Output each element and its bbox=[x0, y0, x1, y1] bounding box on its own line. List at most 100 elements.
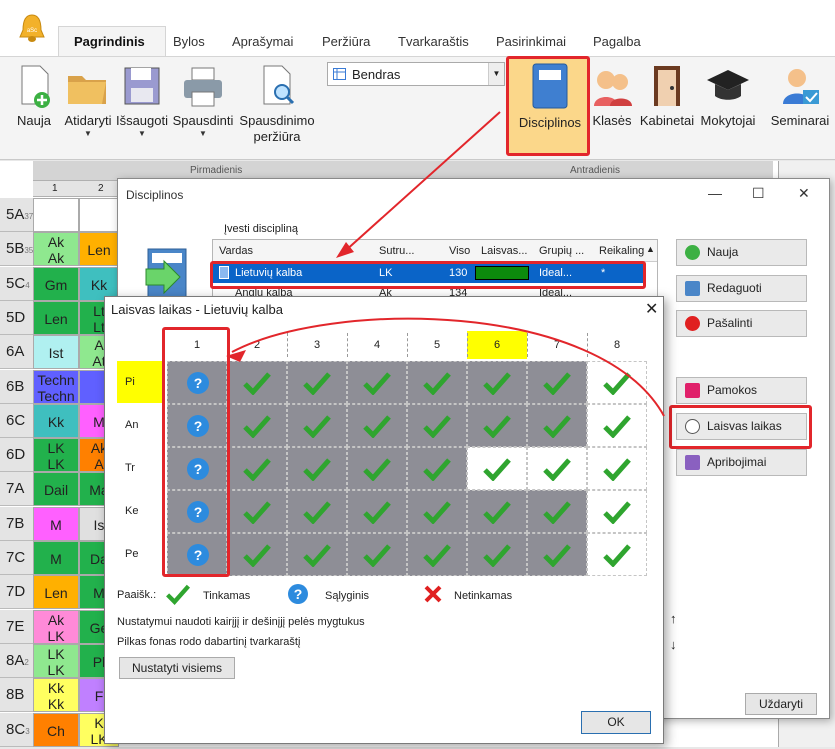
lesson-card[interactable]: Len bbox=[33, 300, 79, 335]
lessons-button[interactable]: Pamokos bbox=[676, 377, 807, 404]
class-row-label[interactable]: 7A bbox=[0, 472, 33, 507]
free-time-cell[interactable] bbox=[347, 533, 407, 576]
class-row-label[interactable]: 8B bbox=[0, 678, 33, 713]
disciplines-button[interactable]: Disciplinos bbox=[514, 62, 586, 131]
class-row-label[interactable]: 7C bbox=[0, 541, 33, 575]
column-header[interactable]: Grupių ... bbox=[539, 245, 584, 257]
lesson-card[interactable]: Len bbox=[33, 575, 79, 610]
ok-button[interactable]: OK bbox=[581, 711, 651, 734]
scroll-up-icon[interactable]: ▲ bbox=[646, 244, 655, 254]
teachers-button[interactable]: Mokytojai bbox=[698, 64, 758, 129]
free-time-cell[interactable] bbox=[587, 447, 647, 490]
free-time-cell[interactable] bbox=[227, 533, 287, 576]
tab-bylos[interactable]: Bylos bbox=[173, 34, 205, 49]
tab-pagrindinis[interactable]: Pagrindinis bbox=[74, 34, 145, 49]
free-time-cell[interactable] bbox=[347, 361, 407, 404]
free-time-cell[interactable] bbox=[347, 447, 407, 490]
free-time-cell[interactable] bbox=[467, 404, 527, 447]
free-time-cell[interactable] bbox=[467, 361, 527, 404]
class-row-label[interactable]: 6B bbox=[0, 369, 33, 404]
maximize-icon[interactable]: ☐ bbox=[752, 185, 765, 202]
chevron-down-icon[interactable]: ▼ bbox=[488, 63, 504, 85]
free-time-cell[interactable] bbox=[407, 404, 467, 447]
free-time-cell[interactable] bbox=[587, 404, 647, 447]
free-time-cell[interactable] bbox=[467, 490, 527, 533]
period-column-header[interactable]: 3 bbox=[287, 331, 347, 359]
lesson-card[interactable]: Len bbox=[79, 232, 119, 267]
period-column-header[interactable]: 5 bbox=[407, 331, 467, 359]
tab-tvarkarastis[interactable]: Tvarkaraštis bbox=[398, 34, 469, 49]
day-row-header[interactable]: Tr bbox=[117, 447, 163, 489]
free-time-cell[interactable] bbox=[407, 533, 467, 576]
free-time-cell[interactable] bbox=[467, 447, 527, 490]
edit-button[interactable]: Redaguoti bbox=[676, 275, 807, 302]
move-down-icon[interactable]: ↓ bbox=[670, 637, 677, 652]
delete-button[interactable]: Pašalinti bbox=[676, 310, 807, 337]
free-time-cell[interactable] bbox=[287, 361, 347, 404]
class-row-label[interactable]: 5C4 bbox=[0, 266, 33, 301]
tab-pasirinkimai[interactable]: Pasirinkimai bbox=[496, 34, 566, 49]
lesson-card[interactable] bbox=[79, 198, 119, 232]
new-button[interactable]: Nauja bbox=[14, 64, 54, 129]
free-time-cell[interactable] bbox=[287, 404, 347, 447]
seminars-button[interactable]: Seminarai bbox=[768, 64, 832, 129]
free-time-cell[interactable] bbox=[347, 404, 407, 447]
free-time-cell[interactable] bbox=[407, 361, 467, 404]
lesson-card[interactable] bbox=[33, 198, 79, 232]
day-row-header[interactable]: Ke bbox=[117, 490, 163, 532]
free-time-cell[interactable] bbox=[407, 490, 467, 533]
free-time-cell[interactable] bbox=[527, 447, 587, 490]
free-time-cell[interactable] bbox=[587, 490, 647, 533]
free-time-cell[interactable] bbox=[347, 490, 407, 533]
print-preview-button[interactable]: Spausdinimo peržiūra bbox=[236, 64, 318, 145]
lesson-card[interactable]: LK LK bbox=[33, 438, 79, 473]
tab-perziura[interactable]: Peržiūra bbox=[322, 34, 370, 49]
day-row-header[interactable]: Pi bbox=[117, 361, 163, 403]
close-button[interactable]: Uždaryti bbox=[745, 693, 817, 715]
period-column-header[interactable]: 4 bbox=[347, 331, 407, 359]
lesson-card[interactable]: Techn Techn bbox=[33, 369, 79, 404]
free-time-cell[interactable] bbox=[227, 361, 287, 404]
open-button[interactable]: Atidaryti ▼ bbox=[62, 64, 114, 138]
period-column-header[interactable]: 7 bbox=[527, 331, 587, 359]
class-row-label[interactable]: 8A2 bbox=[0, 643, 33, 678]
class-row-label[interactable]: 6C bbox=[0, 403, 33, 438]
class-row-label[interactable]: 6D bbox=[0, 438, 33, 473]
minimize-icon[interactable]: — bbox=[708, 185, 722, 201]
class-row-label[interactable]: 5A37 bbox=[0, 198, 33, 232]
free-time-cell[interactable] bbox=[527, 533, 587, 576]
lesson-card[interactable]: Kk bbox=[33, 403, 79, 438]
lesson-card[interactable]: Ak Ak bbox=[33, 232, 79, 267]
free-time-cell[interactable] bbox=[287, 490, 347, 533]
close-icon[interactable]: ✕ bbox=[645, 299, 658, 319]
class-row-label[interactable]: 5D bbox=[0, 300, 33, 335]
period-column-header[interactable]: 8 bbox=[587, 331, 647, 359]
lesson-card[interactable]: M bbox=[33, 541, 79, 575]
period-column-header[interactable]: 2 bbox=[227, 331, 287, 359]
free-time-cell[interactable] bbox=[407, 447, 467, 490]
free-time-cell[interactable] bbox=[227, 447, 287, 490]
column-header[interactable]: Vardas bbox=[219, 245, 253, 257]
lesson-card[interactable]: Ak LK bbox=[33, 609, 79, 644]
rooms-button[interactable]: Kabinetai bbox=[638, 64, 696, 129]
class-row-label[interactable]: 5B35 bbox=[0, 232, 33, 267]
classes-button[interactable]: Klasės bbox=[590, 64, 634, 129]
free-time-cell[interactable] bbox=[467, 533, 527, 576]
set-all-button[interactable]: Nustatyti visiems bbox=[119, 657, 235, 679]
tab-pagalba[interactable]: Pagalba bbox=[593, 34, 641, 49]
column-header[interactable]: Reikaling bbox=[599, 245, 644, 257]
view-combo[interactable]: Bendras ▼ bbox=[327, 62, 505, 86]
free-time-cell[interactable] bbox=[227, 404, 287, 447]
class-row-label[interactable]: 7D bbox=[0, 575, 33, 610]
free-time-cell[interactable] bbox=[527, 404, 587, 447]
day-row-header[interactable]: Pe bbox=[117, 533, 163, 575]
day-row-header[interactable]: An bbox=[117, 404, 163, 446]
class-row-label[interactable]: 7E bbox=[0, 609, 33, 644]
save-button[interactable]: Išsaugoti ▼ bbox=[114, 64, 170, 138]
new-discipline-button[interactable]: Nauja bbox=[676, 239, 807, 266]
lesson-card[interactable]: Ch bbox=[33, 712, 79, 747]
constraints-button[interactable]: Apribojimai bbox=[676, 449, 807, 476]
print-button[interactable]: Spausdinti ▼ bbox=[170, 64, 236, 138]
bell-logo-icon[interactable]: aSc bbox=[17, 12, 47, 44]
column-header[interactable]: Viso bbox=[449, 245, 470, 257]
